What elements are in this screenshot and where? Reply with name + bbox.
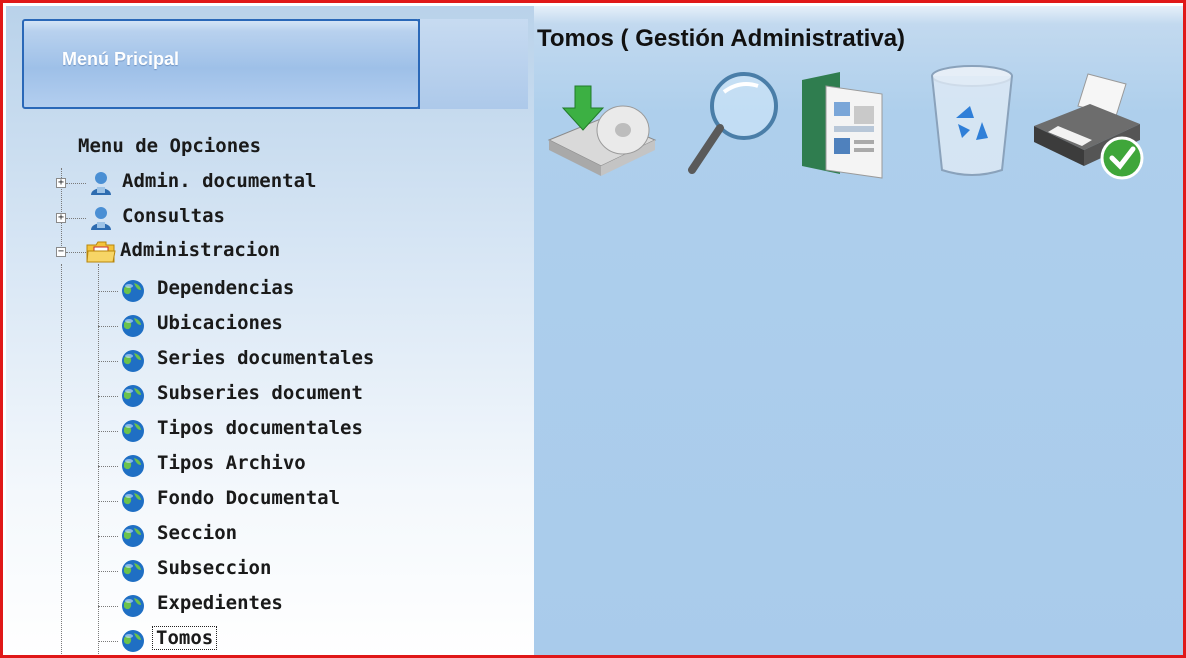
window-frame xyxy=(0,0,1186,658)
